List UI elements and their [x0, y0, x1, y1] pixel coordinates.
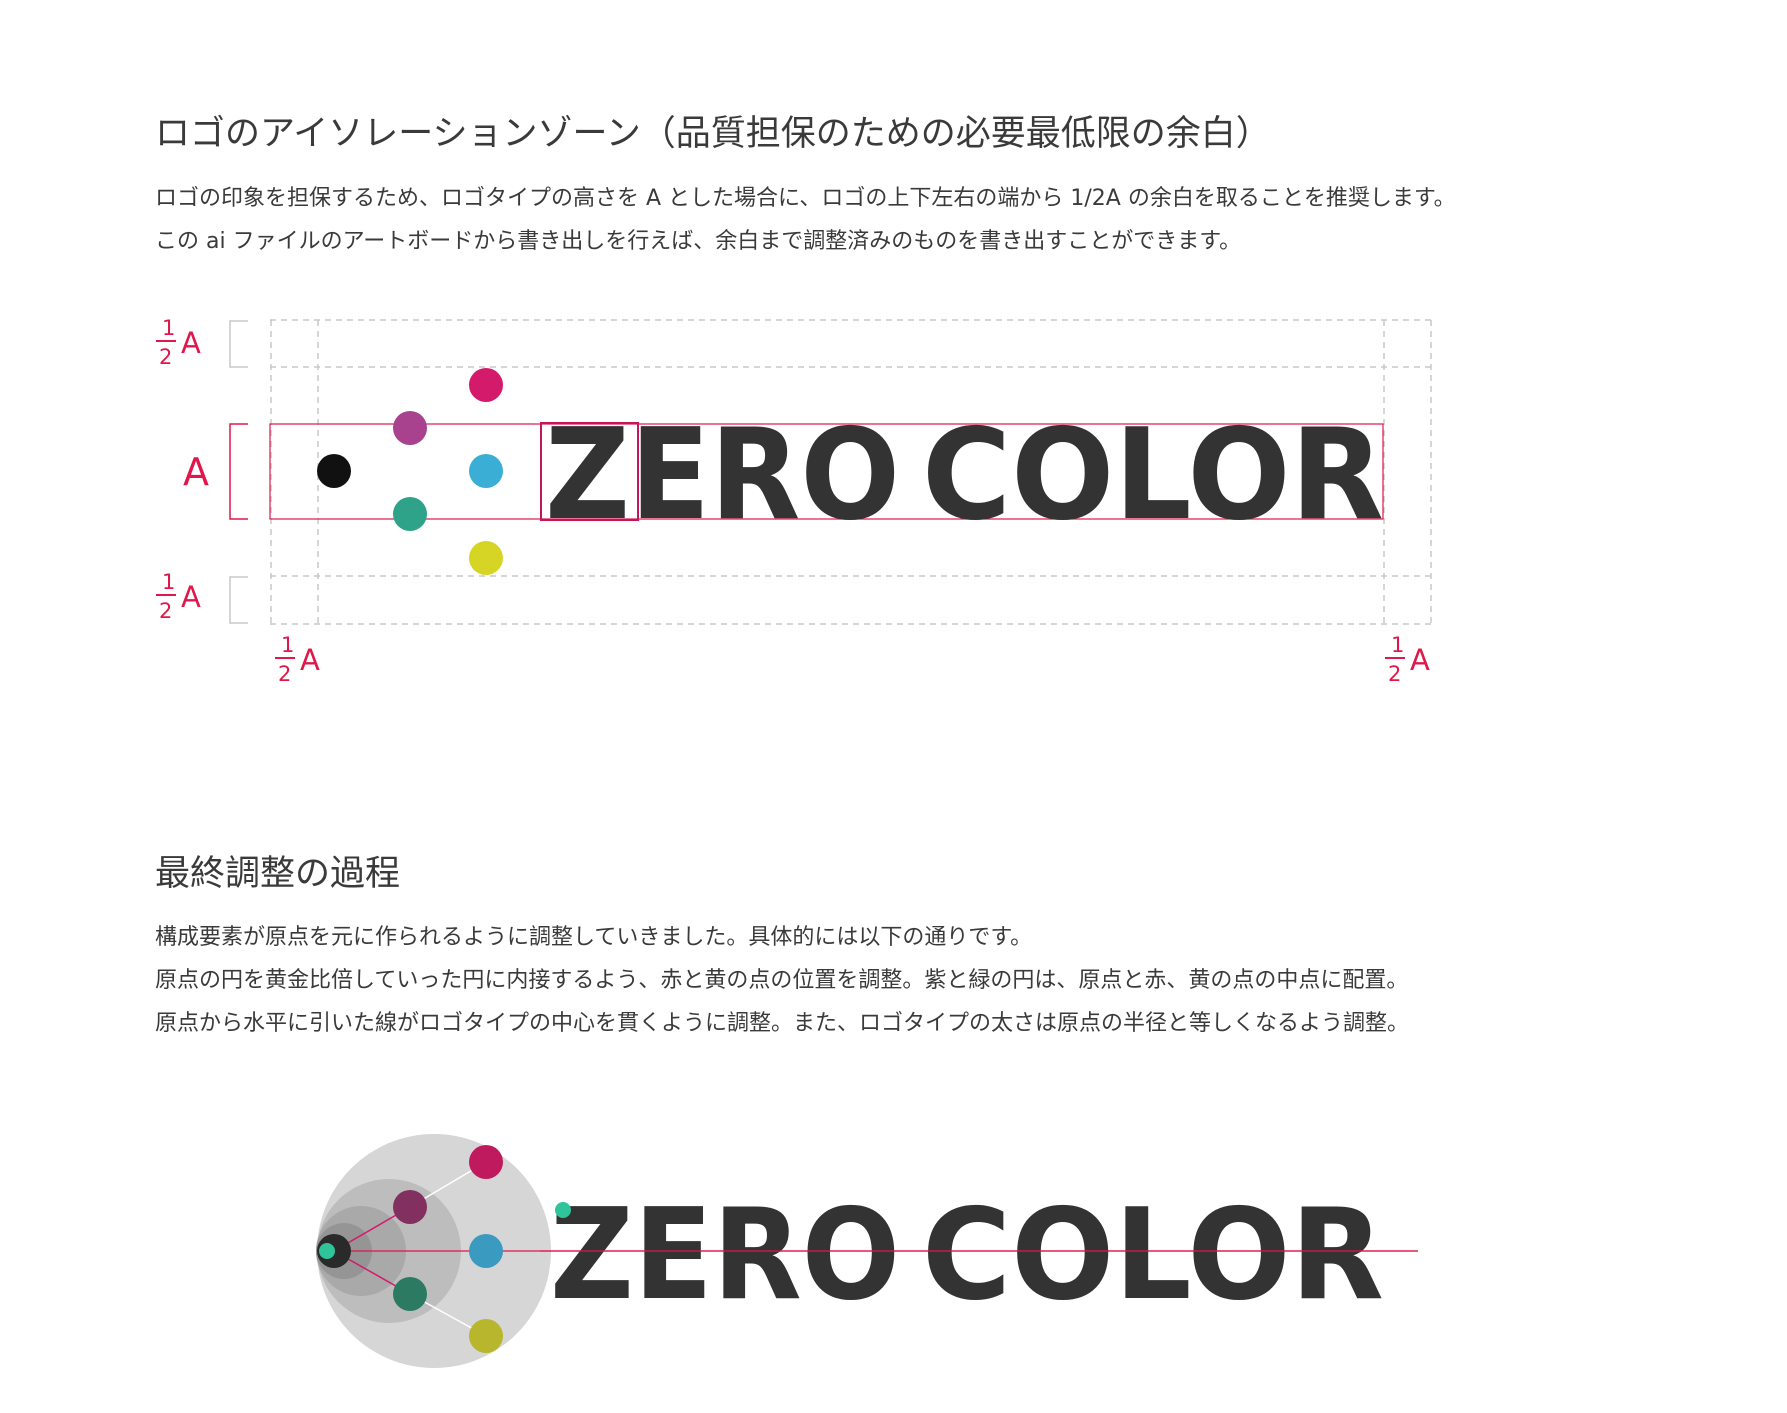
- dot-cyan: [469, 454, 503, 488]
- label-fraction-num: 1: [281, 633, 294, 657]
- adjustment-title: 最終調整の過程: [155, 854, 401, 894]
- label-half-a-right: 1 2 A: [1385, 633, 1430, 686]
- dot-magenta: [469, 368, 503, 402]
- dot-purple: [393, 411, 427, 445]
- label-unit: A: [181, 580, 201, 614]
- stroke-width-marker: [555, 1202, 571, 1218]
- bracket-a: [229, 423, 248, 520]
- label-fraction-num: 1: [162, 570, 175, 594]
- logotype-zero: ZERO: [545, 401, 900, 548]
- label-fraction-den: 2: [1388, 662, 1401, 686]
- adjustment-description-line-2: 原点の円を黄金比倍していった円に内接するよう、赤と黄の点の位置を調整。紫と緑の円…: [155, 968, 1409, 993]
- dot-magenta: [469, 1145, 503, 1179]
- label-fraction-den: 2: [278, 662, 291, 686]
- label-fraction-den: 2: [159, 345, 172, 369]
- label-a: A: [183, 450, 209, 494]
- label-unit: A: [300, 643, 320, 677]
- adjustment-description-line-3: 原点から水平に引いた線がロゴタイプの中心を貫くように調整。また、ロゴタイプの太さ…: [155, 1011, 1410, 1036]
- logotype-color: COLOR: [922, 1181, 1384, 1328]
- label-half-a-left: 1 2 A: [275, 633, 320, 686]
- bracket-bottom-half: [229, 576, 248, 624]
- dot-cyan: [469, 1234, 503, 1268]
- dot-yellow: [469, 1319, 503, 1353]
- left-gray-brackets: [229, 320, 248, 624]
- logotype-color: COLOR: [922, 401, 1384, 548]
- dot-green: [393, 497, 427, 531]
- label-fraction-num: 1: [1391, 633, 1404, 657]
- label-unit: A: [1410, 643, 1430, 677]
- dot-purple: [393, 1190, 427, 1224]
- label-fraction-num: 1: [162, 316, 175, 340]
- logotype-zero: ZERO: [550, 1181, 900, 1328]
- origin-radius-marker: [319, 1243, 335, 1259]
- construction-diagram: ZERO COLOR: [316, 1134, 1418, 1368]
- bracket-top-half: [229, 320, 248, 368]
- dot-green: [393, 1277, 427, 1311]
- dot-yellow: [469, 541, 503, 575]
- label-unit: A: [181, 326, 201, 360]
- isolation-zone-diagram: ZERO COLOR 1 2 A A 1 2 A 1 2 A 1 2 A: [156, 316, 1432, 686]
- label-fraction-den: 2: [159, 599, 172, 623]
- label-half-a-bottom: 1 2 A: [156, 570, 201, 623]
- adjustment-description-line-1: 構成要素が原点を元に作られるように調整していきました。具体的には以下の通りです。: [155, 925, 1033, 950]
- dot-black: [317, 454, 351, 488]
- adjustment-description: 構成要素が原点を元に作られるように調整していきました。具体的には以下の通りです。…: [155, 916, 1409, 1045]
- label-half-a-top: 1 2 A: [156, 316, 201, 369]
